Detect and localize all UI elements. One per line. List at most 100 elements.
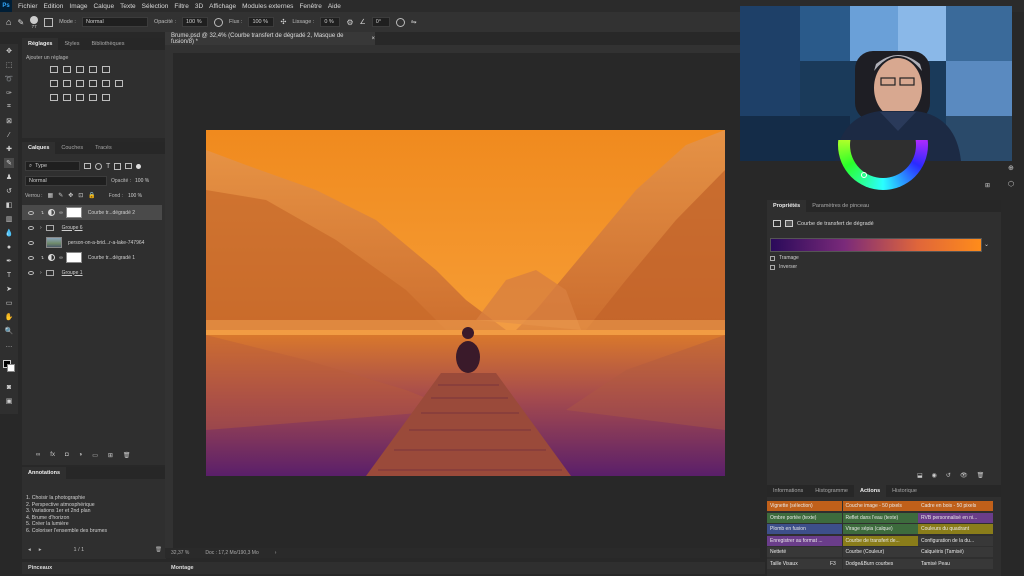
- prev-note-icon[interactable]: ◂: [28, 547, 31, 553]
- trash-icon[interactable]: 🗑: [123, 452, 131, 459]
- link-layers-icon[interactable]: ∞: [36, 452, 40, 459]
- hue-saturation-icon[interactable]: [50, 80, 58, 87]
- frame-tool-icon[interactable]: ⊠: [4, 116, 14, 126]
- tab-bibliotheques[interactable]: Bibliothèques: [85, 38, 130, 50]
- brush-preset-picker[interactable]: 77: [30, 15, 39, 29]
- action-button[interactable]: Couleurs du quadrant: [918, 524, 993, 534]
- menu-selection[interactable]: Sélection: [142, 3, 169, 10]
- action-button[interactable]: Configuration de la du...: [918, 535, 993, 546]
- flow-input[interactable]: 100 %: [248, 17, 275, 27]
- menu-aide[interactable]: Aide: [328, 3, 341, 10]
- channel-mixer-icon[interactable]: [102, 80, 110, 87]
- action-button[interactable]: Plomb en fusion: [767, 524, 842, 534]
- menu-calque[interactable]: Calque: [93, 3, 114, 10]
- document-image[interactable]: [206, 130, 725, 476]
- posterize-icon[interactable]: [63, 94, 71, 101]
- dither-checkbox[interactable]: [770, 255, 775, 261]
- tab-couches[interactable]: Couches: [55, 142, 89, 154]
- shape-tool-icon[interactable]: ▭: [4, 298, 14, 308]
- action-button[interactable]: Dodge&Burn courbes: [842, 558, 918, 569]
- action-button[interactable]: Cadre en bois - 50 pixels: [918, 501, 993, 511]
- doc-info[interactable]: Doc : 17,2 Mo/190,3 Mo: [205, 550, 258, 556]
- visibility-eye-icon[interactable]: [28, 255, 34, 260]
- filter-smart-icon[interactable]: [125, 163, 133, 169]
- brushes-panel-tab[interactable]: Pinceaux: [22, 562, 166, 574]
- pen-tool-icon[interactable]: ✒: [4, 256, 14, 266]
- menu-edition[interactable]: Edition: [44, 3, 64, 10]
- healing-tool-icon[interactable]: ✚: [4, 144, 14, 154]
- eraser-tool-icon[interactable]: ◧: [4, 200, 14, 210]
- action-button[interactable]: RVB personnalisé en ni...: [918, 512, 993, 523]
- levels-icon[interactable]: [63, 66, 71, 73]
- menu-texte[interactable]: Texte: [120, 3, 136, 10]
- menu-affichage[interactable]: Affichage: [209, 3, 236, 10]
- pressure-opacity-icon[interactable]: [213, 17, 223, 27]
- invert-icon[interactable]: [50, 94, 58, 101]
- tab-actions[interactable]: Actions: [853, 485, 887, 497]
- layer-row[interactable]: ↴ ∞ Courbe tr...dégradé 2: [22, 205, 162, 220]
- visibility-eye-icon[interactable]: [28, 210, 34, 215]
- blur-tool-icon[interactable]: 💧: [4, 228, 14, 238]
- filter-adjustment-icon[interactable]: [95, 162, 102, 170]
- add-mask-icon[interactable]: ◘: [65, 452, 69, 459]
- screen-mode-icon[interactable]: ▣: [4, 396, 14, 406]
- new-layer-icon[interactable]: ⊞: [108, 452, 113, 459]
- lasso-tool-icon[interactable]: ➰: [4, 74, 14, 84]
- tab-calques[interactable]: Calques: [22, 142, 56, 154]
- gradient-dropdown-chevron-icon[interactable]: ⌄: [984, 241, 989, 248]
- blend-mode-select[interactable]: Normal: [25, 176, 107, 186]
- color-balance-icon[interactable]: [63, 80, 71, 87]
- toggle-visibility-icon[interactable]: 👁: [960, 472, 968, 479]
- layer-row[interactable]: › Groupe 6: [22, 220, 162, 235]
- menu-fenetre[interactable]: Fenêtre: [299, 3, 321, 10]
- lock-artboard-icon[interactable]: ⊡: [78, 192, 83, 199]
- color-lookup-icon[interactable]: [115, 80, 123, 87]
- type-tool-icon[interactable]: T: [4, 270, 14, 280]
- mask-props-icon[interactable]: [785, 220, 793, 227]
- reverse-checkbox[interactable]: [770, 264, 775, 270]
- filter-type-icon[interactable]: T: [106, 163, 110, 170]
- crop-tool-icon[interactable]: ⌗: [4, 102, 14, 112]
- lock-all-icon[interactable]: 🔒: [88, 192, 95, 199]
- exposure-icon[interactable]: [89, 66, 97, 73]
- expand-panel-icon[interactable]: ⊞: [985, 182, 990, 189]
- action-button[interactable]: Courbe (Couleur): [842, 547, 918, 557]
- layer-row[interactable]: ↴ ∞ Courbe tr...dégradé 1: [22, 250, 162, 265]
- visibility-eye-icon[interactable]: [28, 240, 34, 245]
- layer-mask-thumbnail[interactable]: [65, 252, 82, 263]
- marquee-tool-icon[interactable]: ⬚: [4, 60, 14, 70]
- brush-tool-icon[interactable]: ✎: [17, 18, 24, 27]
- menu-3d[interactable]: 3D: [195, 3, 203, 10]
- airbrush-icon[interactable]: ✣: [280, 18, 286, 26]
- filter-toggle-icon[interactable]: [136, 163, 142, 169]
- quick-mask-icon[interactable]: ◙: [4, 382, 14, 392]
- black-white-icon[interactable]: [76, 80, 84, 87]
- brush-tool-button-icon[interactable]: ✎: [4, 158, 14, 168]
- more-tools-icon[interactable]: …: [4, 340, 14, 350]
- action-button[interactable]: Tamisé Peau: [918, 558, 993, 569]
- color-swatches-icon[interactable]: [3, 360, 15, 372]
- action-button[interactable]: Reflet dans l'eau (texte): [842, 512, 918, 523]
- delete-adjustment-icon[interactable]: 🗑: [977, 472, 985, 479]
- photo-filter-icon[interactable]: [89, 80, 97, 87]
- status-arrow-icon[interactable]: ›: [275, 550, 277, 556]
- menu-image[interactable]: Image: [69, 3, 87, 10]
- menu-filtre[interactable]: Filtre: [174, 3, 188, 10]
- brightness-icon[interactable]: [50, 66, 58, 73]
- new-group-icon[interactable]: ▭: [92, 452, 98, 459]
- next-note-icon[interactable]: ▸: [39, 547, 42, 553]
- action-button[interactable]: Virage sépia (calque): [842, 524, 918, 534]
- threshold-icon[interactable]: [76, 94, 84, 101]
- symmetry-icon[interactable]: ⇋: [411, 18, 417, 26]
- dodge-tool-icon[interactable]: ●: [4, 242, 14, 252]
- tab-proprietes[interactable]: Propriétés: [767, 200, 807, 212]
- quick-select-tool-icon[interactable]: ✑: [4, 88, 14, 98]
- menu-modules[interactable]: Modules externes: [242, 3, 293, 10]
- action-button[interactable]: Calquéiris (Tamisé): [918, 547, 993, 557]
- delete-note-icon[interactable]: 🗑: [155, 547, 162, 553]
- reverse-option[interactable]: Inverser: [770, 264, 797, 270]
- action-button[interactable]: Taille Visaux F3: [767, 558, 842, 569]
- tab-reglages[interactable]: Réglages: [22, 38, 59, 50]
- brush-settings-icon[interactable]: [44, 17, 54, 27]
- layer-row[interactable]: person-on-a-brid...r-a-lake-747964: [22, 235, 162, 250]
